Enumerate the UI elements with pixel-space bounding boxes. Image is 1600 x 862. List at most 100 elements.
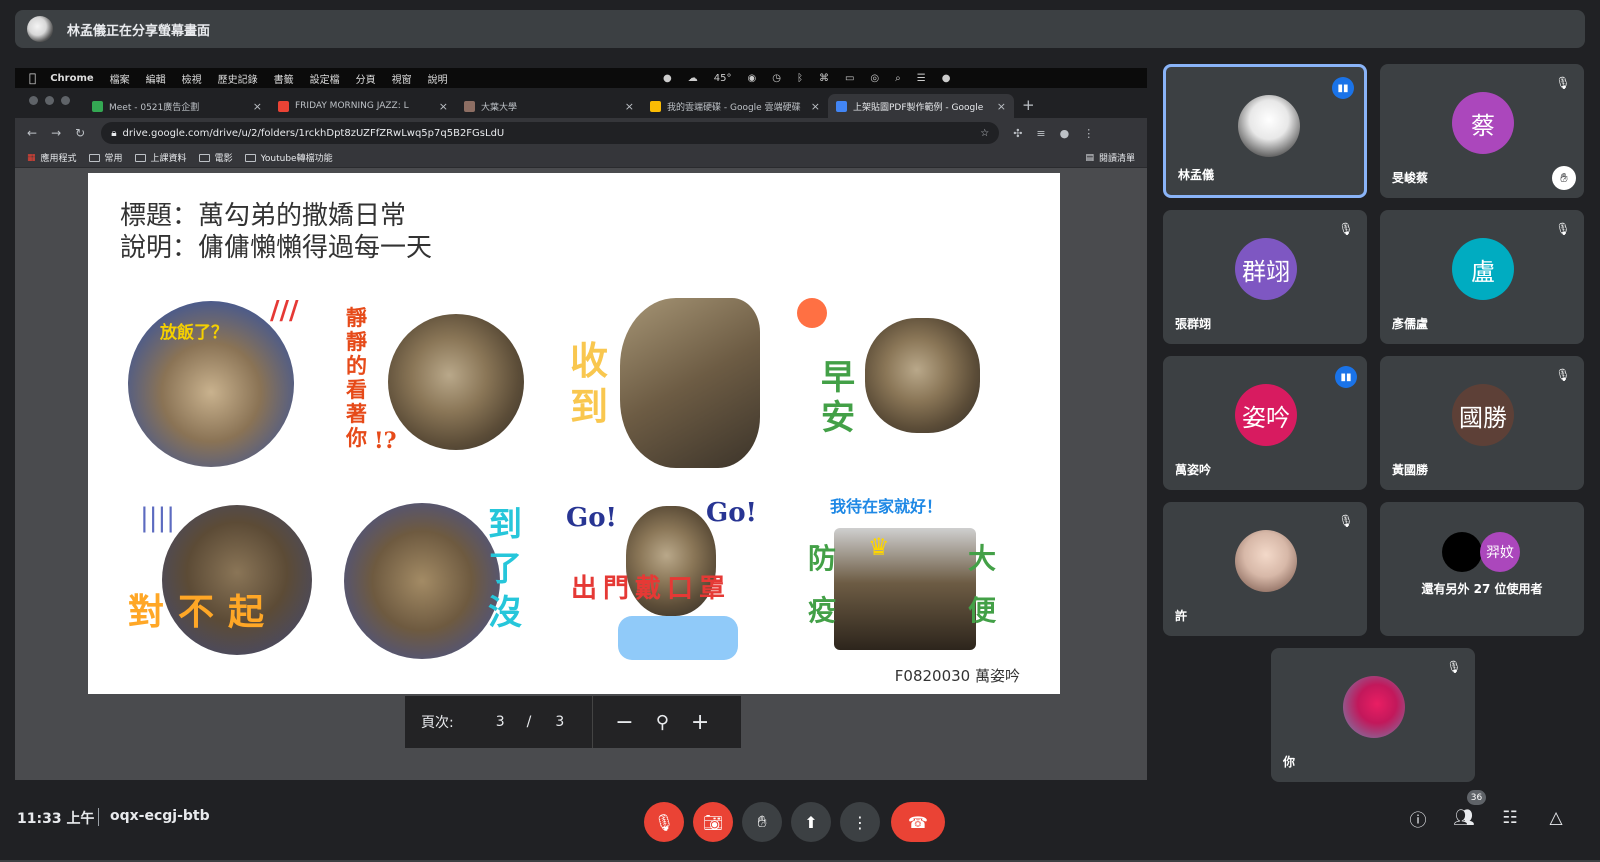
participant-tile-lu[interactable]: 盧 🎙︎ 彥儒盧 (1380, 210, 1584, 344)
sticker-mark: Go! (566, 503, 617, 533)
bookmark-folder[interactable]: Youtube轉檔功能 (244, 151, 333, 164)
participant-tile-wan[interactable]: 姿吟 ▮▮ 萬姿吟 (1163, 356, 1367, 490)
folder-icon (198, 153, 210, 162)
car-icon (618, 616, 738, 660)
menu-view[interactable]: 檢視 (182, 71, 202, 86)
present-button[interactable]: ⬆ (791, 802, 831, 842)
tab-university[interactable]: 大葉大學 × (456, 94, 642, 118)
menu-bookmarks[interactable]: 書籤 (274, 71, 294, 86)
control-center-icon[interactable]: ☰ (917, 73, 926, 84)
minimize-window-icon[interactable] (45, 96, 54, 105)
bookmark-star-icon[interactable]: ☆ (980, 128, 989, 139)
bluetooth-icon[interactable]: ᛒ (797, 73, 803, 84)
leave-call-button[interactable]: ☎︎ (891, 802, 945, 842)
close-window-icon[interactable] (29, 96, 38, 105)
participant-tile-zhang[interactable]: 群翊 🎙︎ 張群翊 (1163, 210, 1367, 344)
cat-photo (865, 318, 980, 433)
tab-drive[interactable]: 我的雲端硬碟 - Google 雲端硬碟 × (642, 94, 828, 118)
meeting-details-button[interactable]: ⓘ (1404, 804, 1432, 832)
sticker-caption: 靜靜的看著你 (346, 305, 367, 450)
activities-button[interactable]: △ (1542, 804, 1570, 832)
participant-tile-you[interactable]: 🎙︎ 你 (1271, 648, 1475, 782)
reload-icon[interactable]: ↻ (75, 126, 85, 140)
bookmark-apps[interactable]: ▦ 應用程式 (27, 151, 77, 165)
menu-chrome[interactable]: Chrome (50, 73, 93, 84)
reading-list-icon: ▤ (1085, 152, 1094, 163)
dog-avatar (1238, 95, 1300, 157)
zoom-window-icon[interactable] (61, 96, 70, 105)
close-tab-icon[interactable]: × (625, 100, 634, 113)
more-options-button[interactable]: ⋮ (840, 802, 880, 842)
page-controls: 頁次: 3 / 3 − ⚲ + (405, 696, 741, 748)
chat-button[interactable]: ☷ (1496, 804, 1524, 832)
participant-tile-lin[interactable]: ▮▮ 林孟儀 (1163, 64, 1367, 198)
extensions-icon[interactable]: ✣ (1013, 127, 1022, 140)
chat-icon: ☷ (1502, 808, 1518, 828)
tab-youtube[interactable]: FRIDAY MORNING JAZZ: L × (270, 94, 456, 118)
participant-tile-cai[interactable]: 蔡 🎙︎ ✋︎ 旻峻蔡 (1380, 64, 1584, 198)
cloud-icon[interactable]: ☁ (688, 73, 698, 84)
new-tab-icon[interactable]: + (1022, 96, 1035, 114)
profile-icon[interactable]: ● (1060, 127, 1070, 140)
forward-icon[interactable]: → (51, 126, 61, 140)
tab-pdf-active[interactable]: 上架貼圖PDF製作範例 - Google × (828, 94, 1014, 118)
menu-file[interactable]: 檔案 (110, 71, 130, 86)
bookmark-folder[interactable]: 電影 (198, 151, 233, 164)
menu-window[interactable]: 視窗 (392, 71, 412, 86)
close-tab-icon[interactable]: × (811, 100, 820, 113)
page-label: 頁次: (421, 715, 454, 731)
close-tab-icon[interactable]: × (253, 100, 262, 113)
close-tab-icon[interactable]: × (439, 100, 448, 113)
reading-list[interactable]: ▤ 閱讀清單 (1085, 151, 1135, 165)
menu-tab[interactable]: 分頁 (356, 71, 376, 86)
camera-toggle-button[interactable]: 📷︎ (693, 802, 733, 842)
folder-icon (244, 153, 256, 162)
pdf-signature: F0820030 萬姿吟 (894, 667, 1020, 685)
meeting-code: oqx-ecgj-btb (110, 808, 210, 824)
keyboard-icon[interactable]: ⌘ (819, 73, 829, 84)
current-page[interactable]: 3 (496, 714, 505, 730)
menu-help[interactable]: 說明 (428, 71, 448, 86)
line-icon[interactable]: ● (663, 73, 672, 84)
people-button[interactable]: 👥︎ (1450, 804, 1478, 832)
divider (592, 696, 594, 748)
search-icon[interactable]: ⌕ (895, 73, 901, 84)
bookmark-folder[interactable]: 常用 (88, 151, 123, 164)
participant-tile-huang[interactable]: 國勝 🎙︎ 黃國勝 (1380, 356, 1584, 490)
siri-icon[interactable]: ● (942, 73, 951, 84)
participant-tile-xu[interactable]: 🎙︎ 許 (1163, 502, 1367, 636)
bookmark-folder[interactable]: 上課資料 (134, 151, 187, 164)
cat-photo (620, 298, 760, 468)
zoom-icon[interactable]: ⚲ (656, 712, 669, 733)
pdf-description: 說明：傭傭懶懶得過每一天 (120, 233, 433, 263)
play-icon[interactable]: ◉ (747, 73, 756, 84)
more-icon[interactable]: ⋮ (1083, 127, 1094, 140)
page-separator: / (526, 714, 532, 730)
apple-icon[interactable]:  (29, 71, 36, 85)
close-tab-icon[interactable]: × (997, 100, 1006, 113)
clock-icon[interactable]: ◷ (772, 73, 781, 84)
drive-favicon (836, 100, 847, 112)
participant-tile-others[interactable]: 羿妏 還有另外 27 位使用者 (1380, 502, 1584, 636)
mic-toggle-button[interactable]: 🎙︎ (644, 802, 684, 842)
weather-temp[interactable]: 45° (714, 73, 732, 84)
url-bar[interactable]: 🔒︎ drive.google.com/drive/u/2/folders/1r… (101, 122, 1000, 144)
raise-hand-button[interactable]: ✋︎ (742, 802, 782, 842)
zoom-out-icon[interactable]: − (615, 710, 633, 735)
menu-profiles[interactable]: 設定檔 (310, 71, 340, 86)
meeting-control-bar: 11:33 上午 oqx-ecgj-btb 🎙︎ 📷︎ ✋︎ ⬆ ⋮ ☎︎ ⓘ … (0, 790, 1600, 850)
sticker: 我待在家就好！ ♛ 防疫 大便 (808, 493, 998, 673)
battery-icon[interactable]: ▭ (845, 73, 854, 84)
participant-name: 張群翊 (1175, 317, 1212, 331)
media-icon[interactable]: ≡ (1036, 127, 1045, 140)
profile-photo (1235, 530, 1297, 592)
window-controls (29, 96, 70, 105)
participant-name: 你 (1283, 755, 1296, 769)
menu-edit[interactable]: 編輯 (146, 71, 166, 86)
tab-meet[interactable]: Meet - 0521廣告企劃 × (84, 94, 270, 118)
zoom-in-icon[interactable]: + (691, 710, 709, 735)
back-icon[interactable]: ← (27, 126, 37, 140)
raised-hand-icon: ✋︎ (1552, 166, 1576, 190)
menu-history[interactable]: 歷史記錄 (218, 71, 258, 86)
user-icon[interactable]: ◎ (870, 73, 879, 84)
